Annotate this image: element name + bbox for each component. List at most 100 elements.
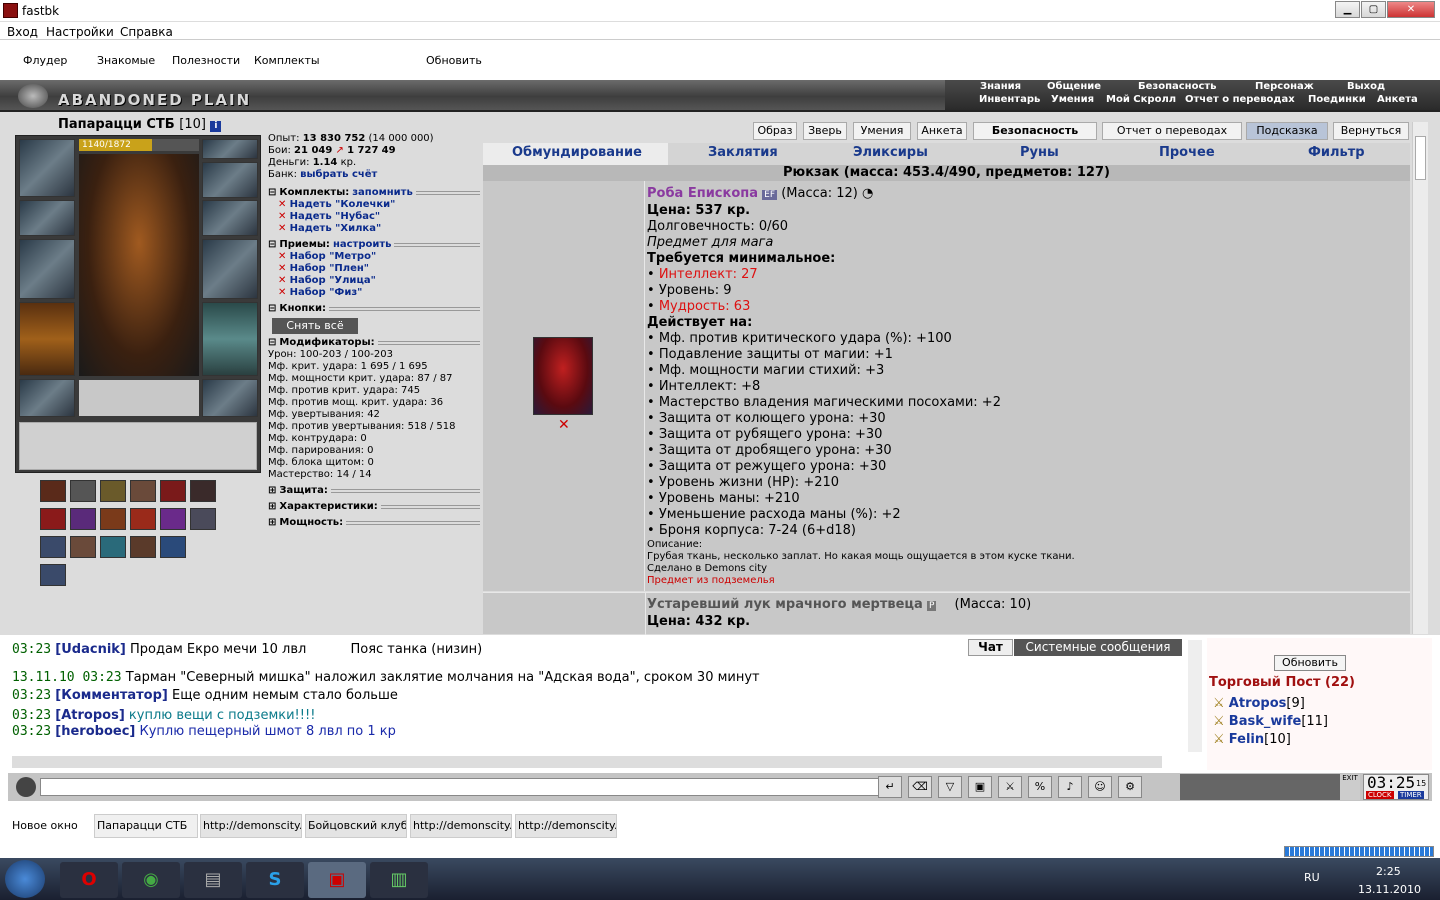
tab-return[interactable]: Вернуться bbox=[1333, 122, 1409, 140]
nav-skills[interactable]: Умения bbox=[1051, 94, 1094, 105]
tab-skills[interactable]: Умения bbox=[853, 122, 911, 140]
filter-icon[interactable]: ▽ bbox=[938, 776, 962, 798]
send-icon[interactable]: ↵ bbox=[878, 776, 902, 798]
remember-link[interactable]: запомнить bbox=[352, 187, 413, 199]
close-button[interactable]: ✕ bbox=[1387, 1, 1435, 18]
app-taskbar-icon[interactable]: ▥ bbox=[370, 862, 428, 898]
skill-icon[interactable] bbox=[70, 480, 96, 502]
skill-icon[interactable] bbox=[40, 480, 66, 502]
skill-icon[interactable] bbox=[160, 508, 186, 530]
skill-icon[interactable] bbox=[100, 480, 126, 502]
flooder-button[interactable]: Флудер bbox=[23, 54, 67, 67]
robe-image[interactable] bbox=[533, 337, 593, 415]
trade-user[interactable]: Atropos bbox=[1229, 696, 1287, 711]
expand-icon[interactable]: ⊞ bbox=[268, 517, 276, 529]
nav-my-scroll[interactable]: Мой Скролл bbox=[1106, 94, 1176, 105]
trade-user[interactable]: Bask_wife bbox=[1229, 714, 1302, 729]
expand-icon[interactable]: ⊟ bbox=[268, 239, 276, 251]
nav-knowledge[interactable]: Знания bbox=[980, 81, 1021, 92]
trick-set[interactable]: Набор "Физ" bbox=[290, 287, 363, 298]
sound-icon[interactable]: ♪ bbox=[1058, 776, 1082, 798]
configure-link[interactable]: настроить bbox=[333, 239, 392, 251]
legs-slot[interactable] bbox=[202, 302, 258, 376]
useful-button[interactable]: Полезности bbox=[172, 54, 240, 67]
bracers-slot[interactable] bbox=[19, 200, 75, 236]
tab-equipment[interactable]: Обмундирование bbox=[512, 145, 642, 160]
defense-header[interactable]: Защита: bbox=[279, 485, 327, 497]
chat-username[interactable]: [Udacnik] bbox=[55, 642, 126, 657]
skill-icon[interactable] bbox=[130, 536, 156, 558]
tab-pet[interactable]: Зверь bbox=[803, 122, 847, 140]
trick-set[interactable]: Набор "Улица" bbox=[290, 275, 376, 286]
set-item[interactable]: Надеть "Колечки" bbox=[290, 199, 396, 210]
chat-username[interactable]: [heroboec] bbox=[55, 724, 135, 739]
menu-settings[interactable]: Настройки bbox=[46, 25, 114, 39]
tab-filter[interactable]: Фильтр bbox=[1308, 145, 1365, 160]
explorer-icon[interactable]: ▤ bbox=[184, 862, 242, 898]
trade-refresh-button[interactable]: Обновить bbox=[1274, 655, 1346, 671]
translit-icon[interactable]: % bbox=[1028, 776, 1052, 798]
tab-transfer-report[interactable]: Отчет о переводах bbox=[1102, 122, 1242, 140]
chat-input[interactable] bbox=[40, 778, 880, 796]
nav-inventory[interactable]: Инвентарь bbox=[979, 94, 1040, 105]
expand-icon[interactable]: ⊞ bbox=[268, 485, 276, 497]
belt-slot[interactable] bbox=[19, 379, 75, 417]
skill-icon[interactable] bbox=[70, 536, 96, 558]
sets-button[interactable]: Комплекты bbox=[254, 54, 320, 67]
refresh-button[interactable]: Обновить bbox=[426, 54, 482, 67]
choose-account-link[interactable]: выбрать счёт bbox=[300, 169, 377, 180]
skill-icon[interactable] bbox=[160, 536, 186, 558]
tab-image[interactable]: Образ bbox=[753, 122, 797, 140]
skill-icon[interactable] bbox=[40, 536, 66, 558]
eraser-icon[interactable]: ⌫ bbox=[908, 776, 932, 798]
minimize-button[interactable]: ▁ bbox=[1335, 1, 1360, 18]
skill-icon[interactable] bbox=[130, 480, 156, 502]
trick-set[interactable]: Набор "Метро" bbox=[290, 251, 377, 262]
tab-spells[interactable]: Заклятия bbox=[708, 145, 778, 160]
offhand-slot[interactable] bbox=[202, 239, 258, 299]
window-tab[interactable]: http://demonscity.co bbox=[410, 814, 512, 838]
skill-icon[interactable] bbox=[100, 508, 126, 530]
skill-icon[interactable] bbox=[130, 508, 156, 530]
nav-security[interactable]: Безопасность bbox=[1138, 81, 1217, 92]
expand-icon[interactable]: ⊟ bbox=[268, 337, 276, 349]
nav-profile[interactable]: Анкета bbox=[1377, 94, 1418, 105]
chat-username[interactable]: [Комментатор] bbox=[55, 688, 168, 703]
boots-slot[interactable] bbox=[202, 379, 258, 417]
window-tab[interactable]: Папарацци СТБ bbox=[94, 814, 198, 838]
nav-transfer-report[interactable]: Отчет о переводах bbox=[1185, 94, 1295, 105]
trick-set[interactable]: Набор "Плен" bbox=[290, 263, 369, 274]
tab-system-messages[interactable]: Системные сообщения bbox=[1014, 639, 1182, 656]
tab-runes[interactable]: Руны bbox=[1020, 145, 1059, 160]
clock-label[interactable]: CLOCK bbox=[1366, 791, 1394, 799]
set-item[interactable]: Надеть "Нубас" bbox=[290, 211, 381, 222]
window-tab[interactable]: http://demonscity.co bbox=[515, 814, 617, 838]
expand-icon[interactable]: ⊞ bbox=[268, 501, 276, 513]
tab-chat[interactable]: Чат bbox=[968, 639, 1013, 656]
trade-user[interactable]: Felin bbox=[1229, 732, 1264, 747]
nav-duels[interactable]: Поединки bbox=[1308, 94, 1366, 105]
earrings-slot[interactable] bbox=[202, 162, 258, 198]
tray-date[interactable]: 13.11.2010 bbox=[1358, 883, 1421, 896]
gloves-slot[interactable] bbox=[202, 200, 258, 236]
skill-icon[interactable] bbox=[40, 508, 66, 530]
skill-icon[interactable] bbox=[190, 508, 216, 530]
drop-item-icon[interactable]: ✕ bbox=[558, 417, 570, 433]
chrome-icon[interactable]: ◉ bbox=[122, 862, 180, 898]
nav-exit[interactable]: Выход bbox=[1347, 81, 1385, 92]
tab-elixirs[interactable]: Эликсиры bbox=[853, 145, 928, 160]
exit-button[interactable]: EXIT bbox=[1340, 774, 1360, 800]
inventory-scrollbar[interactable] bbox=[1412, 122, 1428, 634]
set-item[interactable]: Надеть "Хилка" bbox=[290, 223, 382, 234]
nav-character[interactable]: Персонаж bbox=[1255, 81, 1314, 92]
tab-security[interactable]: Безопасность bbox=[973, 122, 1097, 140]
power-header[interactable]: Мощность: bbox=[279, 517, 343, 529]
chat-scrollbar[interactable] bbox=[1188, 640, 1202, 752]
menu-help[interactable]: Справка bbox=[120, 25, 173, 39]
start-button[interactable] bbox=[5, 860, 45, 898]
maximize-button[interactable]: ▢ bbox=[1361, 1, 1386, 18]
expand-icon[interactable]: ⊟ bbox=[268, 303, 276, 315]
scroll-slots[interactable] bbox=[19, 422, 257, 470]
smile-icon[interactable]: ☺ bbox=[1088, 776, 1112, 798]
tab-profile[interactable]: Анкета bbox=[917, 122, 967, 140]
